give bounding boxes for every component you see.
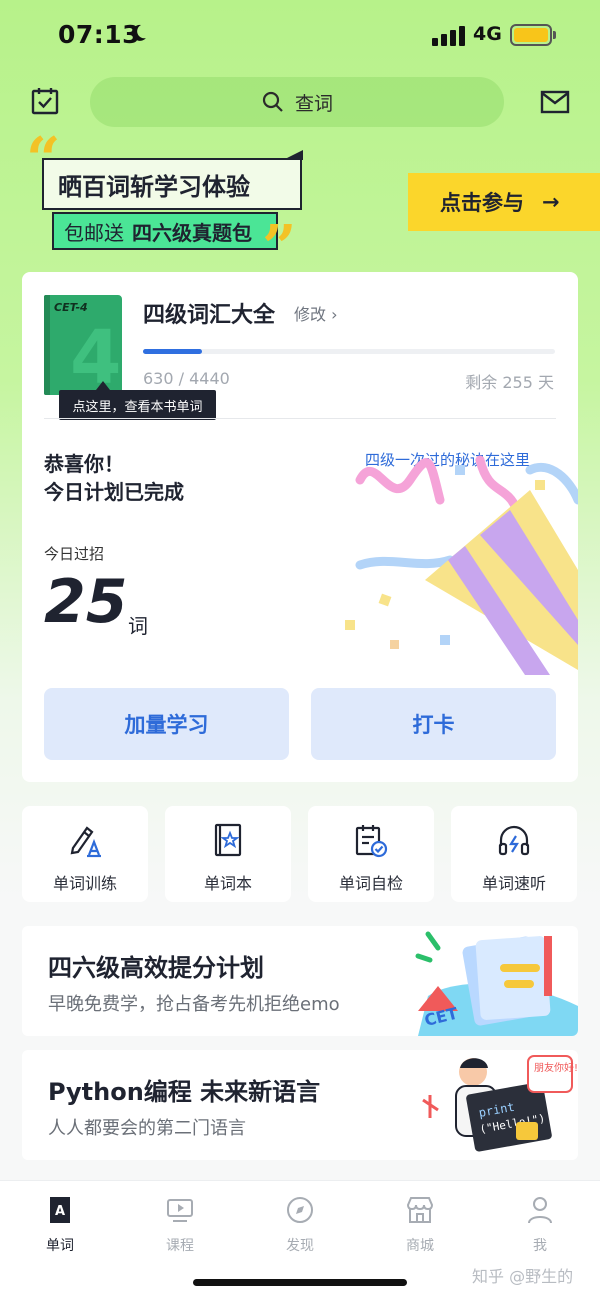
book-cover[interactable]: CET-4 4 xyxy=(44,295,122,395)
book-title: 四级词汇大全 xyxy=(143,303,276,328)
today-count: 25 xyxy=(44,567,128,637)
tile-label: 单词速听 xyxy=(481,874,546,893)
tile-label: 单词训练 xyxy=(52,874,117,893)
tile-label: 单词自检 xyxy=(338,874,403,893)
book-cover-label: CET-4 xyxy=(54,301,88,314)
tab-store[interactable]: 商城 xyxy=(380,1195,460,1255)
book-tooltip[interactable]: 点这里，查看本书单词 xyxy=(59,390,216,420)
promo-subtitle-prefix: 包邮送 xyxy=(64,220,124,245)
tab-words[interactable]: A 单词 xyxy=(20,1195,100,1255)
bubble-text: 朋友你好! xyxy=(534,1061,578,1074)
arrow-right-icon: → xyxy=(542,190,560,214)
calendar-check-icon xyxy=(355,825,388,858)
compass-icon xyxy=(287,1197,313,1223)
person-icon xyxy=(528,1197,552,1224)
tab-discover[interactable]: 发现 xyxy=(260,1195,340,1255)
join-button-label: 点击参与 xyxy=(440,191,524,215)
tile-word-training[interactable]: 单词训练 xyxy=(22,806,148,902)
remaining-days: 剩余 255 天 xyxy=(465,373,554,392)
moon-icon xyxy=(131,24,146,41)
tab-label: 单词 xyxy=(46,1238,74,1254)
tile-self-check[interactable]: 单词自检 xyxy=(308,806,434,902)
tab-label: 课程 xyxy=(166,1238,194,1254)
mail-icon[interactable] xyxy=(540,90,570,114)
tile-quick-listen[interactable]: 单词速听 xyxy=(451,806,577,902)
tab-courses[interactable]: 课程 xyxy=(140,1195,220,1255)
edit-book-link[interactable]: 修改 › xyxy=(294,301,338,325)
promo-title[interactable]: 晒百词斩学习体验 xyxy=(42,158,302,210)
battery-tip xyxy=(553,31,556,39)
store-icon xyxy=(406,1197,434,1223)
star-book-icon xyxy=(214,823,242,857)
search-icon xyxy=(262,91,283,112)
today-count-label: 今日过招 xyxy=(44,545,105,563)
progress-text: 630 / 4440 xyxy=(143,369,230,388)
tile-wordbook[interactable]: 单词本 xyxy=(165,806,291,902)
congrats-line-1: 恭喜你！ xyxy=(44,452,124,476)
signal-icon xyxy=(432,26,465,46)
edit-label: 修改 xyxy=(294,305,327,324)
book-progress-bar xyxy=(143,349,555,354)
home-indicator[interactable] xyxy=(193,1279,407,1286)
tab-label: 我 xyxy=(533,1238,547,1254)
party-popper-illustration xyxy=(345,455,578,675)
tile-label: 单词本 xyxy=(203,874,252,893)
svg-text:A: A xyxy=(55,1204,65,1219)
network-label: 4G xyxy=(473,23,502,45)
search-bar[interactable]: 查词 xyxy=(90,77,504,127)
promo-card-python[interactable]: Python编程 未来新语言 人人都要会的第二门语言 print ("Hello… xyxy=(22,1050,578,1160)
battery-icon xyxy=(510,24,552,46)
promo-card-subtitle: 早晚免费学，抢占备考先机拒绝emo xyxy=(48,994,340,1015)
python-mascot-illustration: print ("Hello!") 朋友你好! xyxy=(422,1055,578,1152)
cet-book-illustration: CET xyxy=(415,931,578,1036)
pencil-a-icon xyxy=(70,826,101,858)
book-progress-fill xyxy=(143,349,202,354)
video-icon xyxy=(167,1199,193,1222)
book-a-icon: A xyxy=(50,1197,70,1223)
tooltip-arrow xyxy=(96,381,110,390)
congrats-line-2: 今日计划已完成 xyxy=(44,480,184,504)
divider xyxy=(44,418,556,419)
chevron-right-icon: › xyxy=(331,305,338,324)
promo-subtitle-bold: 四六级真题包 xyxy=(132,220,252,245)
promo-card-title: 四六级高效提分计划 xyxy=(48,954,264,982)
calendar-check-icon[interactable] xyxy=(30,86,60,116)
tab-label: 发现 xyxy=(286,1238,314,1254)
check-in-button[interactable]: 打卡 xyxy=(311,688,556,760)
quote-close-icon: ” xyxy=(262,213,297,283)
promo-card-cet[interactable]: 四六级高效提分计划 早晚免费学，抢占备考先机拒绝emo CET xyxy=(22,926,578,1036)
join-button[interactable]: 点击参与 → xyxy=(408,173,600,231)
tab-me[interactable]: 我 xyxy=(500,1195,580,1255)
more-study-button[interactable]: 加量学习 xyxy=(44,688,289,760)
search-placeholder: 查词 xyxy=(294,92,333,115)
congrats-text: 恭喜你！ 今日计划已完成 xyxy=(44,450,184,506)
tab-label: 商城 xyxy=(406,1238,434,1254)
watermark: 知乎 @野生的 xyxy=(472,1267,574,1286)
headphones-icon xyxy=(498,825,530,856)
promo-card-title: Python编程 未来新语言 xyxy=(48,1078,321,1106)
promo-subtitle[interactable]: 包邮送 四六级真题包 xyxy=(52,212,278,250)
today-count-unit: 词 xyxy=(128,614,148,638)
promo-card-subtitle: 人人都要会的第二门语言 xyxy=(48,1118,246,1139)
